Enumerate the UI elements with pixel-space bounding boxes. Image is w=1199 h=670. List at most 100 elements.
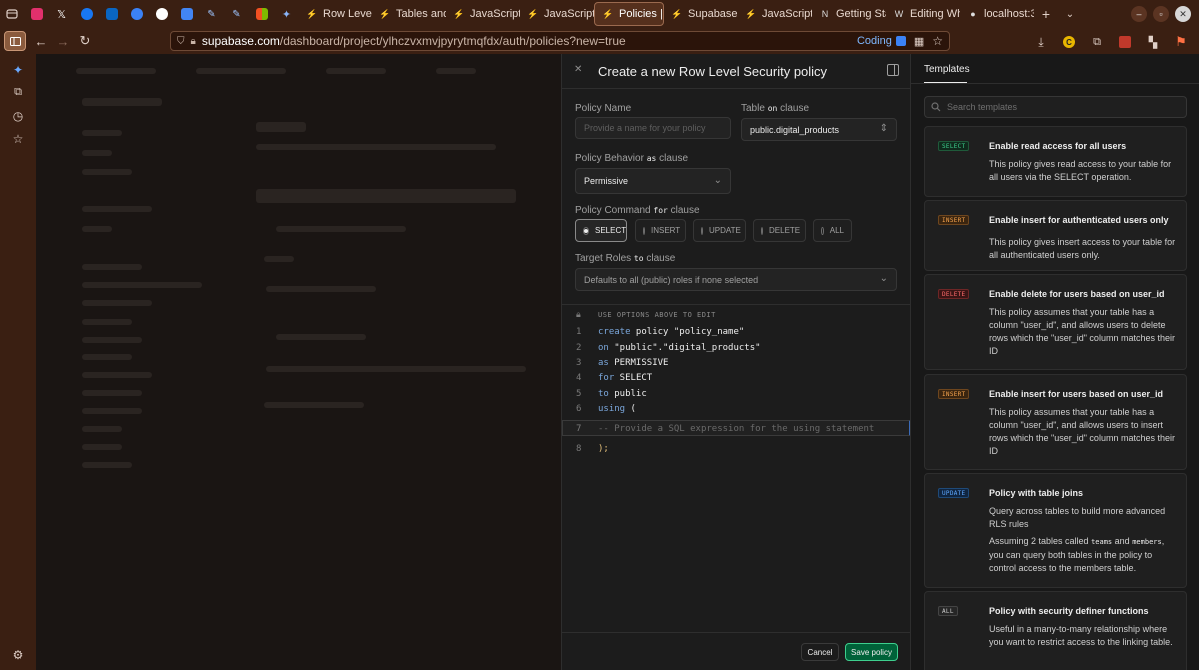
- extension-red-icon[interactable]: [1114, 31, 1136, 53]
- template-card[interactable]: INSERT Enable insert for authenticated u…: [924, 200, 1187, 271]
- pinned-tab-pen-1[interactable]: ✎: [199, 0, 224, 28]
- policy-name-input[interactable]: Provide a name for your policy: [575, 117, 731, 139]
- pinned-tab-microsoft[interactable]: [249, 0, 274, 28]
- tab-javascript-2[interactable]: ⚡ JavaScript: [520, 2, 594, 26]
- command-all-radio[interactable]: ALL: [813, 219, 852, 242]
- sql-text: PERMISSIVE: [608, 358, 669, 368]
- pinned-tab-pen-2[interactable]: ✎: [224, 0, 249, 28]
- toggle-templates-icon[interactable]: [887, 64, 899, 76]
- extension-badge-icon[interactable]: [895, 36, 906, 46]
- cancel-button[interactable]: Cancel: [801, 643, 839, 661]
- panel-footer: Cancel Save policy: [562, 632, 911, 670]
- tab-javascript-3[interactable]: ⚡ JavaScript: [738, 2, 812, 26]
- tab-row-level[interactable]: ⚡ Row Level: [299, 2, 372, 26]
- template-description: Query across tables to build more advanc…: [989, 506, 1166, 529]
- behavior-select-value: Permissive: [584, 176, 629, 186]
- command-select-radio[interactable]: SELECT: [575, 219, 627, 242]
- restore-icon[interactable]: ▫: [1153, 6, 1169, 22]
- pinned-tab-gemini[interactable]: ✦: [274, 0, 299, 28]
- tab-templates[interactable]: Templates: [924, 64, 970, 75]
- settings-gear-icon[interactable]: ⚙: [0, 643, 36, 666]
- policy-name-label: Policy Name: [575, 103, 632, 114]
- template-description: This policy assumes that your table has …: [989, 407, 1175, 456]
- template-description-extra: Assuming 2 tables called teams and membe…: [989, 535, 1179, 575]
- close-panel-icon[interactable]: ✕: [574, 64, 582, 75]
- pinned-tab-facebook[interactable]: [74, 0, 99, 28]
- template-card[interactable]: DELETE Enable delete for users based on …: [924, 274, 1187, 370]
- pinned-tab-instagram[interactable]: [24, 0, 49, 28]
- back-icon[interactable]: ←: [30, 30, 52, 52]
- tab-editing-wh[interactable]: W Editing Wh: [886, 2, 960, 26]
- template-badge: UPDATE: [938, 488, 970, 498]
- sql-text: "public"."digital_products": [608, 343, 761, 353]
- sql-text: policy "policy_name": [630, 327, 745, 337]
- template-card[interactable]: ALL Policy with security definer functio…: [924, 591, 1187, 670]
- tab-getting-started[interactable]: N Getting Sta: [812, 2, 886, 26]
- tab-tables-and[interactable]: ⚡ Tables and: [372, 2, 446, 26]
- url-bar[interactable]: ⛉ 🔒︎ supabase.com/dashboard/project/ylhc…: [170, 31, 950, 51]
- notion-icon: N: [821, 9, 829, 19]
- pinned-tab-linkedin[interactable]: [99, 0, 124, 28]
- extensions-grid-icon[interactable]: ▚: [1142, 31, 1164, 53]
- command-insert-label: INSERT: [651, 226, 681, 235]
- roles-label: Target Roles to clause: [575, 253, 675, 264]
- history-icon[interactable]: ◷: [0, 104, 36, 127]
- puzzle-extension-icon[interactable]: ⧉: [1086, 31, 1108, 53]
- template-badge: ALL: [938, 606, 958, 616]
- shield-icon[interactable]: ⛉: [177, 36, 185, 47]
- minimize-icon[interactable]: –: [1131, 6, 1147, 22]
- pinned-tab-x[interactable]: 𝕏: [49, 0, 74, 28]
- supabase-icon: ⚡: [453, 8, 465, 19]
- pinned-tab-docs[interactable]: [174, 0, 199, 28]
- template-card[interactable]: UPDATE Policy with table joins Query acr…: [924, 473, 1187, 588]
- radio-icon: [821, 226, 824, 235]
- reload-icon[interactable]: ↻: [74, 30, 96, 52]
- command-all-label: ALL: [829, 226, 844, 235]
- command-insert-radio[interactable]: INSERT: [635, 219, 686, 242]
- tab-javascript-1[interactable]: ⚡ JavaScript: [446, 2, 520, 26]
- bookmark-star-icon[interactable]: ☆: [932, 34, 943, 48]
- command-clause-text: clause: [670, 205, 700, 216]
- tab-policies[interactable]: ⚡Policies |✕: [594, 2, 664, 26]
- roles-select[interactable]: Defaults to all (public) roles if none s…: [575, 268, 897, 291]
- command-delete-radio[interactable]: DELETE: [753, 219, 806, 242]
- new-tab-icon[interactable]: +: [1034, 0, 1058, 28]
- ai-sparkle-icon[interactable]: ✦: [0, 58, 36, 81]
- tab-supabase-d[interactable]: ⚡Supabase D: [664, 2, 738, 26]
- tab-list-icon[interactable]: [0, 0, 24, 28]
- template-search-input[interactable]: Search templates: [924, 96, 1187, 118]
- create-policy-panel: ✕ Create a new Row Level Security policy…: [561, 54, 911, 670]
- supabase-icon: ⚡: [602, 8, 614, 19]
- sidebar-toggle-icon[interactable]: [4, 31, 26, 51]
- template-badge: INSERT: [938, 215, 970, 225]
- template-title: Enable read access for all users: [989, 141, 1127, 151]
- tab-overflow-chevron-icon[interactable]: ⌄: [1058, 0, 1082, 28]
- template-card[interactable]: INSERT Enable insert for users based on …: [924, 374, 1187, 470]
- pinned-tab-google[interactable]: [149, 0, 174, 28]
- coding-badge[interactable]: Coding: [857, 35, 892, 47]
- template-title: Enable delete for users based on user_id: [989, 289, 1165, 299]
- template-title: Policy with table joins: [989, 488, 1084, 498]
- lock-icon[interactable]: 🔒︎: [191, 36, 196, 47]
- profile-c-icon[interactable]: C: [1058, 31, 1080, 53]
- save-policy-button[interactable]: Save policy: [845, 643, 898, 661]
- template-title: Policy with security definer functions: [989, 606, 1149, 616]
- tab-localhost[interactable]: ● localhost:3: [960, 2, 1034, 26]
- sql-keyword: for: [598, 373, 615, 383]
- close-window-icon[interactable]: ✕: [1175, 6, 1191, 22]
- command-update-radio[interactable]: UPDATE: [693, 219, 746, 242]
- favorites-star-icon[interactable]: ☆: [0, 127, 36, 150]
- behavior-select[interactable]: Permissive ⌄: [575, 168, 731, 194]
- sql-keyword: on: [598, 343, 609, 353]
- bookmarks-icon[interactable]: ⧉: [0, 81, 36, 104]
- download-icon[interactable]: ⤓: [1030, 31, 1052, 53]
- extension-flag-icon[interactable]: ⚑: [1170, 31, 1192, 53]
- line-number: 5: [576, 389, 582, 399]
- pinned-tab-messenger[interactable]: [124, 0, 149, 28]
- qr-code-icon[interactable]: ▦: [914, 35, 924, 48]
- forward-icon[interactable]: →: [52, 30, 74, 52]
- sql-text: SELECT: [614, 373, 653, 383]
- sql-editor[interactable]: 🔒︎ USE OPTIONS ABOVE TO EDIT 1 create pol…: [562, 304, 911, 464]
- table-select[interactable]: public.digital_products ⇕: [741, 118, 897, 141]
- template-card[interactable]: SELECT Enable read access for all users …: [924, 126, 1187, 197]
